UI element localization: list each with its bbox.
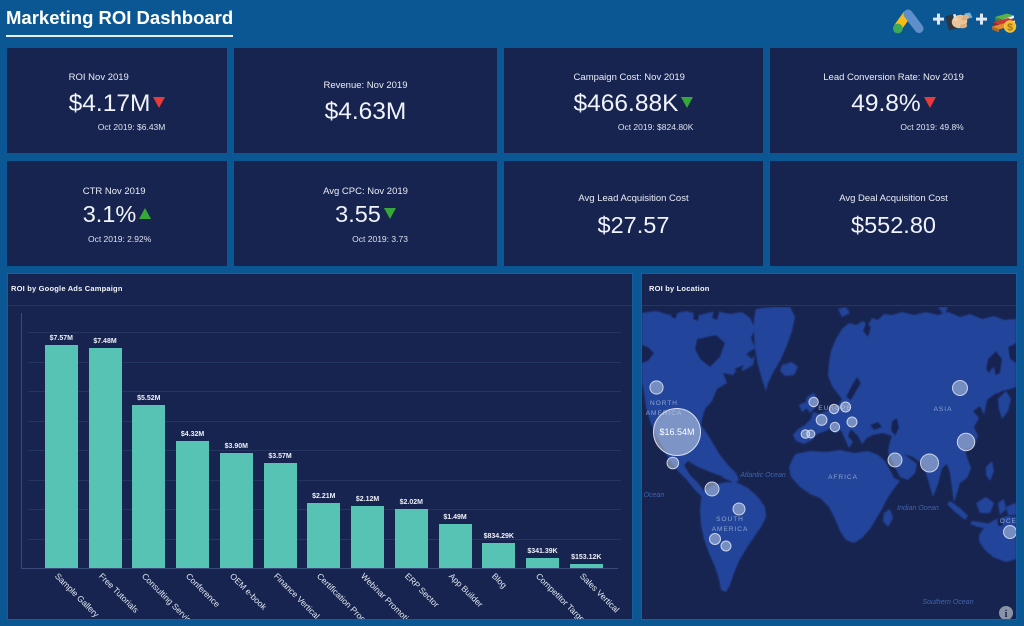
svg-text:NORTH: NORTH	[650, 400, 678, 407]
svg-text:SOUTH: SOUTH	[716, 516, 744, 523]
svg-text:AFRICA: AFRICA	[828, 474, 858, 481]
svg-text:i: i	[1005, 609, 1008, 619]
svg-text:Ocean: Ocean	[644, 492, 665, 499]
svg-text:Southern Ocean: Southern Ocean	[923, 599, 974, 606]
svg-text:ASIA: ASIA	[934, 406, 953, 413]
svg-text:OCEA: OCEA	[1000, 518, 1016, 525]
svg-text:Atlantic Ocean: Atlantic Ocean	[739, 472, 786, 479]
svg-text:Indian Ocean: Indian Ocean	[897, 505, 939, 512]
svg-text:AMERICA: AMERICA	[712, 526, 749, 533]
svg-text:$16.54M: $16.54M	[659, 427, 694, 437]
svg-text:$: $	[1007, 21, 1013, 33]
